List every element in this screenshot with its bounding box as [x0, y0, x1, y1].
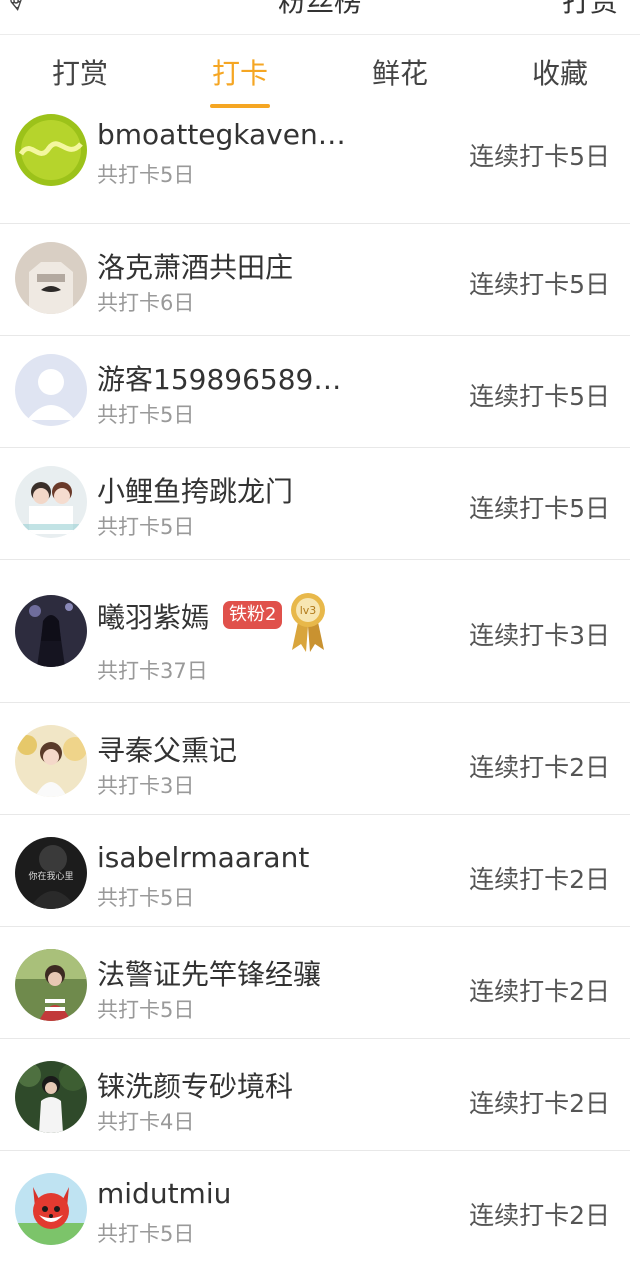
list-item[interactable]: midutmiu 共打卡5日 连续打卡2日 [0, 1151, 640, 1263]
list-item[interactable]: 曦羽紫嫣 铁粉2 lv3 共打卡37日 连续打卡3日 [0, 560, 640, 703]
user-name: 铼洗颜专砂境科 [97, 1070, 294, 1103]
tab-reward[interactable]: 打赏 [0, 35, 160, 113]
list-item[interactable]: 铼洗颜专砂境科 共打卡4日 连续打卡2日 [0, 1039, 640, 1151]
total-checkin: 共打卡3日 [97, 774, 195, 798]
tab-flowers[interactable]: 鲜花 [320, 35, 480, 113]
svg-text:你在我心里: 你在我心里 [28, 870, 73, 882]
avatar[interactable] [15, 949, 87, 1021]
avatar[interactable] [15, 466, 87, 538]
reward-button[interactable]: 打赏 [562, 0, 618, 20]
list-item[interactable]: 洛克萧酒共田庄 共打卡6日 连续打卡5日 [0, 224, 640, 336]
user-name: isabelrmaarant [97, 841, 310, 874]
tab-checkin[interactable]: 打卡 [160, 35, 320, 113]
list-item[interactable]: 法警证先竿锋经骧 共打卡5日 连续打卡2日 [0, 927, 640, 1039]
avatar[interactable] [15, 114, 87, 186]
avatar[interactable] [15, 725, 87, 797]
checkin-list: bmoattegkaven… 共打卡5日 连续打卡5日 洛克萧酒共田庄 共打卡6… [0, 112, 640, 1263]
user-name: 游客159896589… [97, 363, 342, 396]
avatar[interactable] [15, 1173, 87, 1245]
avatar[interactable] [15, 595, 87, 667]
fan-level-badge: 铁粉2 [223, 601, 283, 629]
streak-checkin: 连续打卡5日 [469, 142, 610, 171]
list-item[interactable]: 你在我心里 isabelrmaarant 共打卡5日 连续打卡2日 [0, 815, 640, 927]
streak-checkin: 连续打卡2日 [469, 753, 610, 782]
list-item[interactable]: bmoattegkaven… 共打卡5日 连续打卡5日 [0, 112, 640, 224]
list-item[interactable]: 寻秦父熏记 共打卡3日 连续打卡2日 [0, 703, 640, 815]
streak-checkin: 连续打卡5日 [469, 494, 610, 523]
top-bar: ✎ 粉丝榜 打赏 [0, 0, 640, 34]
svg-text:lv3: lv3 [300, 604, 317, 617]
total-checkin: 共打卡4日 [97, 1110, 195, 1134]
streak-checkin: 连续打卡5日 [469, 270, 610, 299]
avatar[interactable] [15, 1061, 87, 1133]
streak-checkin: 连续打卡2日 [469, 865, 610, 894]
total-checkin: 共打卡5日 [97, 515, 195, 539]
avatar[interactable] [15, 354, 87, 426]
user-name: 洛克萧酒共田庄 [97, 251, 294, 284]
list-item[interactable]: 游客159896589… 共打卡5日 连续打卡5日 [0, 336, 640, 448]
total-checkin: 共打卡6日 [97, 291, 195, 315]
user-name: 寻秦父熏记 [97, 734, 238, 767]
total-checkin: 共打卡5日 [97, 886, 195, 910]
streak-checkin: 连续打卡5日 [469, 382, 610, 411]
page-title: 粉丝榜 [277, 0, 362, 18]
user-name: bmoattegkaven… [97, 118, 346, 151]
total-checkin: 共打卡5日 [97, 163, 195, 187]
level-medal-icon: lv3 [288, 592, 328, 658]
total-checkin: 共打卡5日 [97, 998, 195, 1022]
streak-checkin: 连续打卡3日 [469, 621, 610, 650]
streak-checkin: 连续打卡2日 [469, 977, 610, 1006]
user-name: 法警证先竿锋经骧 [97, 958, 322, 991]
avatar[interactable]: 你在我心里 [15, 837, 87, 909]
list-item[interactable]: 小鲤鱼挎跳龙门 共打卡5日 连续打卡5日 [0, 448, 640, 560]
total-checkin: 共打卡37日 [97, 659, 208, 683]
total-checkin: 共打卡5日 [97, 1222, 195, 1246]
streak-checkin: 连续打卡2日 [469, 1089, 610, 1118]
avatar[interactable] [15, 242, 87, 314]
user-name: 曦羽紫嫣 [97, 601, 210, 634]
user-name: midutmiu [97, 1177, 232, 1210]
tab-bar: 打赏 打卡 鲜花 收藏 [0, 34, 640, 114]
tab-favorites[interactable]: 收藏 [480, 35, 640, 113]
user-name: 小鲤鱼挎跳龙门 [97, 475, 294, 508]
streak-checkin: 连续打卡2日 [469, 1201, 610, 1230]
tab-underline [210, 104, 270, 108]
total-checkin: 共打卡5日 [97, 403, 195, 427]
